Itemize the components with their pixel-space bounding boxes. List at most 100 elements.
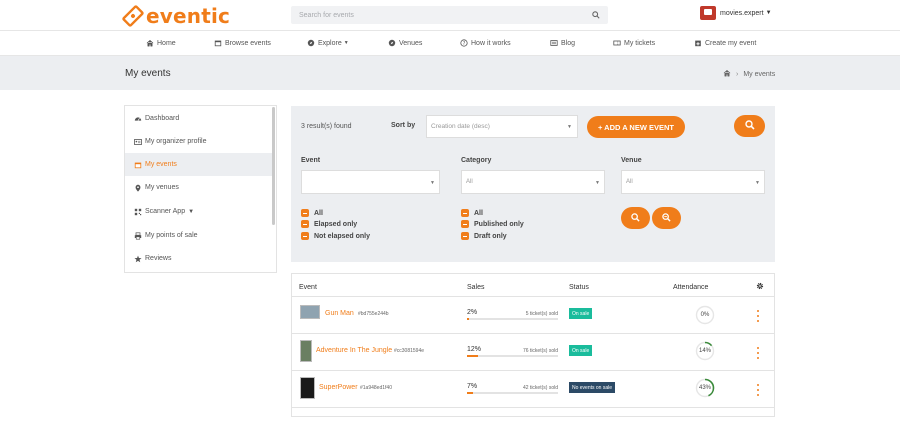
nav-how-it-works[interactable]: ? How it works	[460, 39, 511, 47]
dot	[757, 320, 759, 322]
event-reference: #cc3081594e	[394, 348, 425, 354]
sidebar-item-scanner-app[interactable]: Scanner App ▼	[125, 200, 273, 223]
dot	[757, 352, 759, 354]
column-header-event: Event	[299, 284, 317, 291]
filter-publish-all[interactable]: All	[461, 209, 483, 217]
chevron-down-icon: ▼	[343, 40, 349, 46]
page-title: My events	[125, 68, 171, 79]
filter-date-not-elapsed[interactable]: Not elapsed only	[301, 232, 370, 240]
home-icon[interactable]	[723, 69, 731, 79]
nav-how-it-works-label: How it works	[471, 39, 511, 47]
sales-percent: 2%	[467, 309, 478, 316]
checkbox-icon[interactable]	[461, 220, 469, 228]
sort-select-value: Creation date (desc)	[431, 123, 490, 130]
avatar[interactable]	[700, 6, 716, 20]
add-new-event-button[interactable]: + ADD A NEW EVENT	[587, 116, 685, 138]
checkbox-icon[interactable]	[301, 209, 309, 217]
sales-progress-fill	[467, 392, 474, 394]
sidebar-item-dashboard[interactable]: Dashboard	[125, 107, 273, 130]
dot	[757, 357, 759, 359]
tickets-sold: 76 ticket(s) sold	[522, 348, 558, 354]
dot	[757, 315, 759, 317]
events-table: Event Sales Status Attendance Gun Man #b…	[291, 273, 775, 417]
event-name-link[interactable]: Adventure In The Jungle	[316, 347, 392, 354]
nav-home[interactable]: Home	[146, 39, 176, 47]
search-icon	[744, 120, 755, 132]
nav-browse-events-label: Browse events	[225, 39, 271, 47]
nav-blog[interactable]: Blog	[550, 39, 575, 47]
apply-filters-button[interactable]	[621, 207, 650, 229]
dot	[757, 389, 759, 391]
checkbox-icon[interactable]	[301, 220, 309, 228]
sidebar-item-my-events[interactable]: My events	[125, 153, 273, 176]
reset-filters-button[interactable]	[652, 207, 681, 229]
gear-icon[interactable]	[756, 282, 764, 292]
venue-filter-label: Venue	[621, 157, 642, 164]
breadcrumb-separator: ›	[736, 70, 739, 78]
filter-draft-only[interactable]: Draft only	[461, 232, 507, 240]
table-row: Gun Man #bd755e244b 2% 5 ticket(s) sold …	[292, 297, 774, 334]
chevron-down-icon[interactable]: ▼	[766, 10, 772, 16]
nav-create-event-label: Create my event	[705, 39, 757, 47]
sidebar-item-label: Reviews	[145, 255, 172, 262]
user-menu[interactable]: movies.expert ▼	[700, 6, 772, 20]
venue-filter-select[interactable]: All ▼	[621, 170, 765, 194]
newspaper-icon	[550, 39, 558, 47]
search-minus-icon	[662, 212, 671, 224]
search-bar[interactable]: Search for events	[291, 6, 608, 24]
sidebar-item-organizer-profile[interactable]: My organizer profile	[125, 130, 273, 153]
compass-icon	[307, 39, 315, 47]
sidebar-item-label: Scanner App	[145, 208, 186, 215]
filter-date-elapsed[interactable]: Elapsed only	[301, 220, 357, 228]
sidebar-item-reviews[interactable]: Reviews	[125, 247, 273, 270]
event-thumbnail[interactable]	[300, 377, 315, 399]
row-actions-menu[interactable]	[754, 384, 762, 396]
row-actions-menu[interactable]	[754, 347, 762, 359]
sidebar-item-label: My venues	[145, 184, 179, 191]
checkbox-label: All	[314, 209, 323, 217]
nav-explore[interactable]: Explore ▼	[307, 39, 349, 47]
tickets-sold: 42 ticket(s) sold	[522, 385, 558, 391]
sales-percent: 7%	[467, 383, 478, 390]
event-name-link[interactable]: Gun Man	[325, 310, 354, 317]
category-filter-label: Category	[461, 157, 492, 164]
table-row: SuperPower #1a948ed1f40 7% 42 ticket(s) …	[292, 371, 774, 408]
search-icon[interactable]	[588, 7, 604, 23]
site-logo[interactable]: eventic	[122, 4, 230, 28]
nav-my-tickets[interactable]: My tickets	[613, 39, 655, 47]
filters-panel: 3 result(s) found Sort by Creation date …	[291, 106, 775, 262]
checkbox-icon[interactable]	[461, 209, 469, 217]
star-icon	[134, 255, 142, 263]
sort-select[interactable]: Creation date (desc) ▼	[426, 115, 578, 138]
category-filter-select[interactable]: All ▼	[461, 170, 605, 194]
sidebar-scrollbar[interactable]	[272, 107, 275, 225]
print-icon	[134, 231, 142, 240]
attendance-percent: 0%	[700, 312, 710, 318]
search-input[interactable]: Search for events	[291, 12, 588, 19]
nav-browse-events[interactable]: Browse events	[214, 39, 271, 47]
status-badge: No events on sale	[569, 382, 616, 393]
row-actions-menu[interactable]	[754, 310, 762, 322]
nav-create-event[interactable]: Create my event	[694, 39, 756, 47]
nav-my-tickets-label: My tickets	[624, 39, 656, 47]
user-name[interactable]: movies.expert	[720, 10, 764, 17]
breadcrumb-current: My events	[743, 70, 776, 78]
sidebar-item-points-of-sale[interactable]: My points of sale	[125, 224, 273, 247]
sales-progress-bar	[467, 392, 558, 394]
event-name-link[interactable]: SuperPower	[319, 384, 358, 391]
nav-venues[interactable]: Venues	[388, 39, 422, 47]
chevron-down-icon: ▼	[755, 180, 760, 186]
chevron-down-icon: ▼	[430, 180, 435, 186]
event-thumbnail[interactable]	[300, 340, 312, 362]
top-bar: eventic Search for events movies.expert …	[0, 0, 900, 31]
checkbox-icon[interactable]	[301, 232, 309, 240]
event-thumbnail[interactable]	[300, 305, 320, 319]
sidebar-item-my-venues[interactable]: My venues	[125, 176, 273, 199]
toggle-search-button[interactable]	[734, 115, 765, 137]
filter-date-all[interactable]: All	[301, 209, 323, 217]
event-filter-select[interactable]: ▼	[301, 170, 440, 194]
category-filter-value: All	[466, 179, 473, 185]
checkbox-icon[interactable]	[461, 232, 469, 240]
results-count: 3 result(s) found	[301, 123, 352, 130]
filter-published-only[interactable]: Published only	[461, 220, 524, 228]
